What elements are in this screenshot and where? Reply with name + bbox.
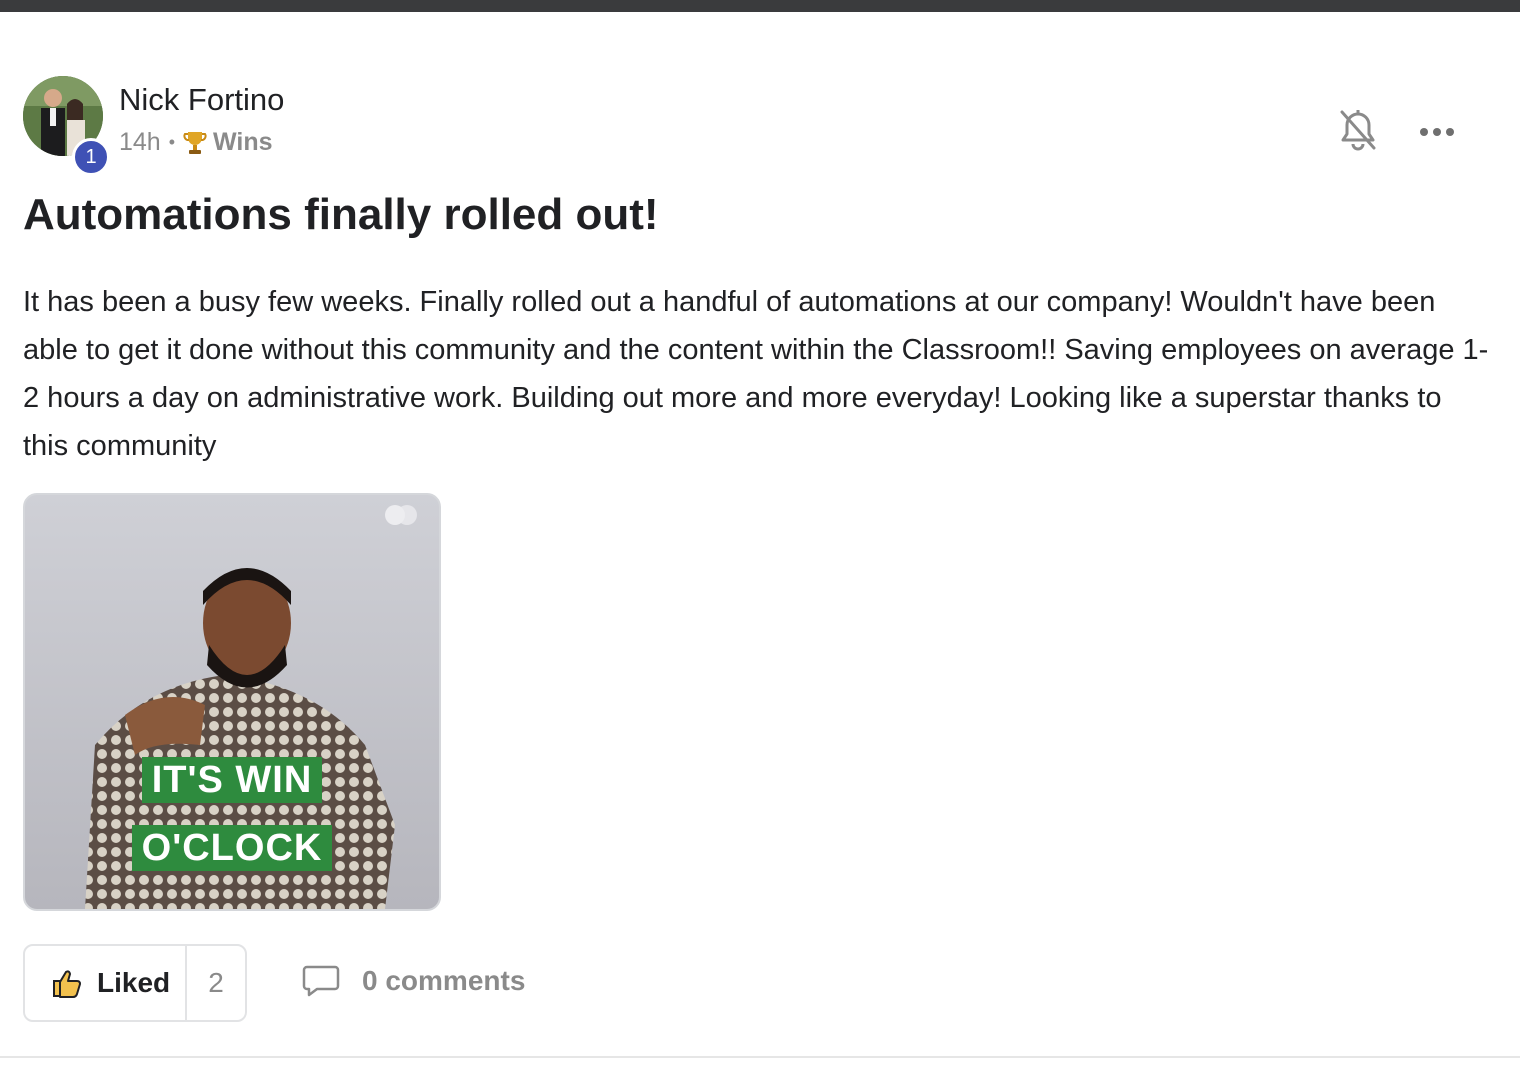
comments-link[interactable]: 0 comments — [302, 964, 525, 998]
level-badge: 1 — [72, 138, 110, 176]
post-meta: 14h • Wins — [119, 128, 273, 157]
like-count[interactable]: 2 — [187, 946, 245, 1020]
divider — [0, 1056, 1520, 1058]
post-gif[interactable]: IT'S WIN O'CLOCK — [23, 493, 441, 911]
post-time[interactable]: 14h — [119, 128, 161, 157]
thumbs-up-icon — [53, 970, 81, 998]
top-bar — [0, 0, 1520, 12]
comment-icon — [302, 965, 340, 997]
bell-off-icon[interactable] — [1338, 108, 1378, 154]
gif-caption-line1: IT'S WIN — [25, 757, 439, 803]
post-title: Automations finally rolled out! — [23, 190, 659, 239]
like-label: Liked — [97, 967, 171, 998]
more-horizontal-icon[interactable] — [1416, 116, 1458, 148]
like-control: Liked 2 — [23, 944, 247, 1022]
trophy-icon — [183, 131, 207, 154]
post-card: 1 Nick Fortino 14h • Wins Automations fi… — [0, 12, 1520, 1056]
post-body: It has been a busy few weeks. Finally ro… — [23, 286, 1489, 462]
comments-label: 0 comments — [362, 965, 526, 996]
like-button[interactable]: Liked — [25, 946, 187, 1020]
category-label: Wins — [213, 128, 273, 156]
gif-caption-line2: O'CLOCK — [25, 825, 439, 871]
post-category[interactable]: Wins — [183, 128, 273, 157]
meta-separator: • — [168, 132, 176, 152]
author-name[interactable]: Nick Fortino — [119, 82, 284, 118]
